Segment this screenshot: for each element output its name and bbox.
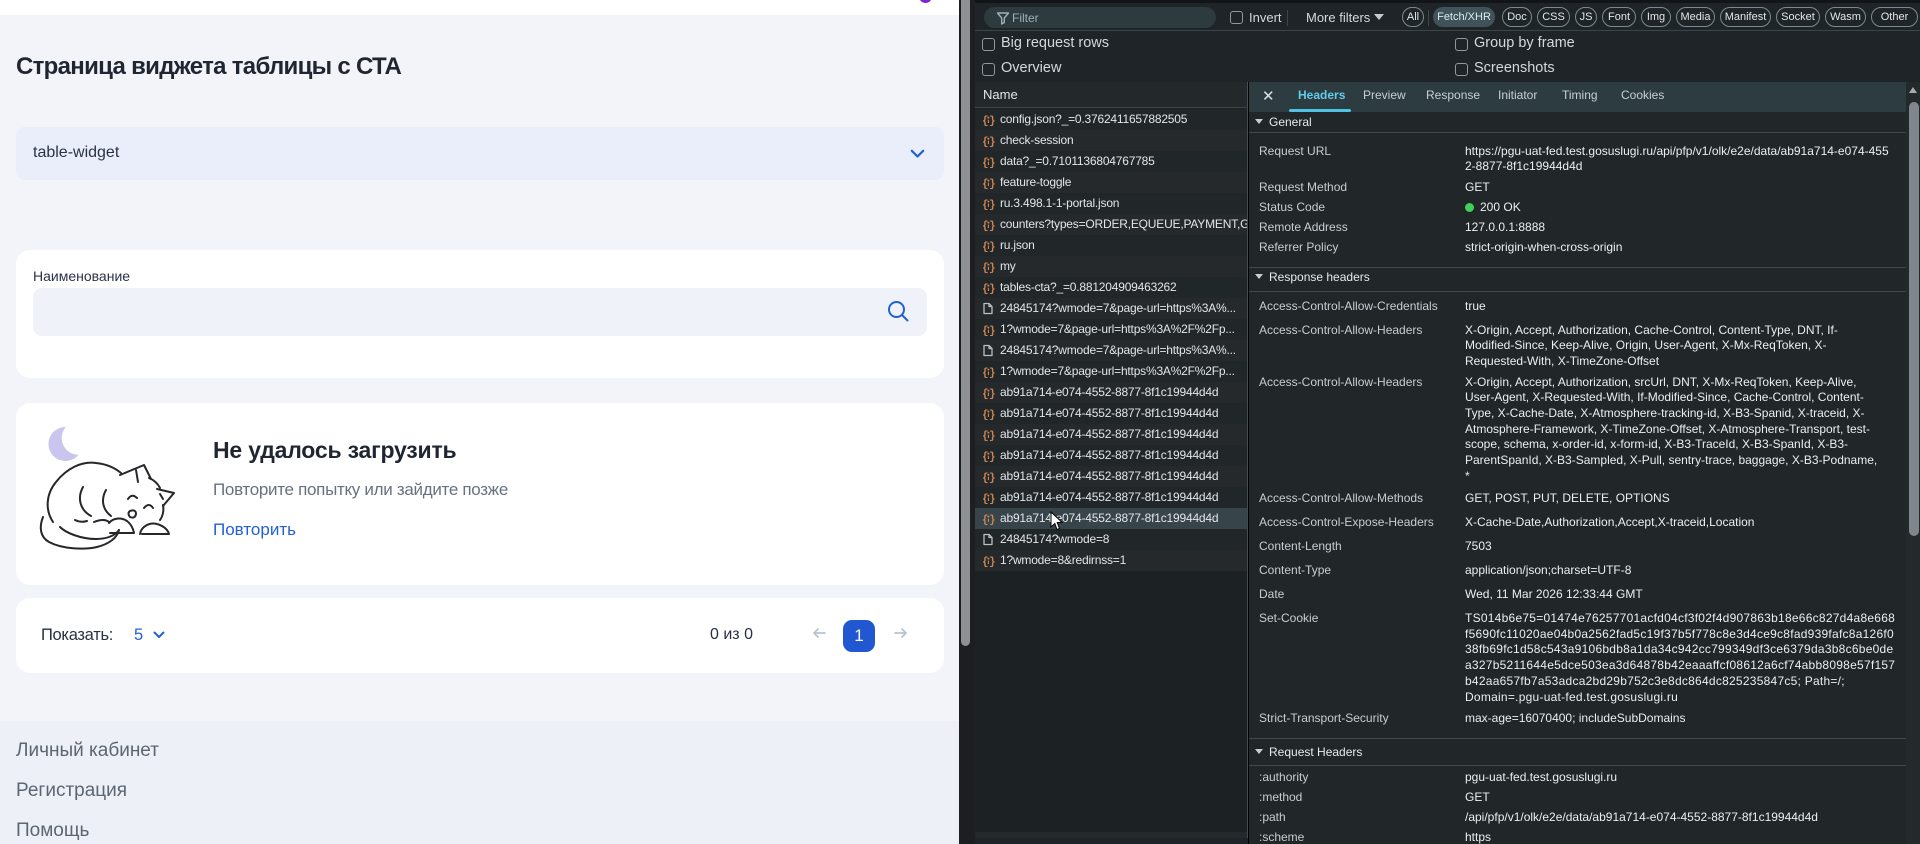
svg-text:}: } [989,493,995,504]
svg-text:}: } [989,262,995,273]
svg-text:}: } [989,199,995,210]
svg-text:}: } [989,451,995,462]
svg-text:}: } [989,157,995,168]
svg-text:}: } [989,556,995,567]
svg-text:}: } [989,409,995,420]
svg-text:}: } [989,472,995,483]
svg-text:}: } [989,430,995,441]
svg-text:}: } [989,178,995,189]
svg-text:}: } [989,514,995,525]
svg-text:}: } [989,388,995,399]
svg-text:}: } [989,220,995,231]
svg-text:}: } [989,241,995,252]
svg-text:}: } [989,283,995,294]
svg-text:}: } [989,367,995,378]
svg-text:}: } [989,115,995,126]
svg-text:}: } [989,325,995,336]
svg-text:}: } [989,136,995,147]
